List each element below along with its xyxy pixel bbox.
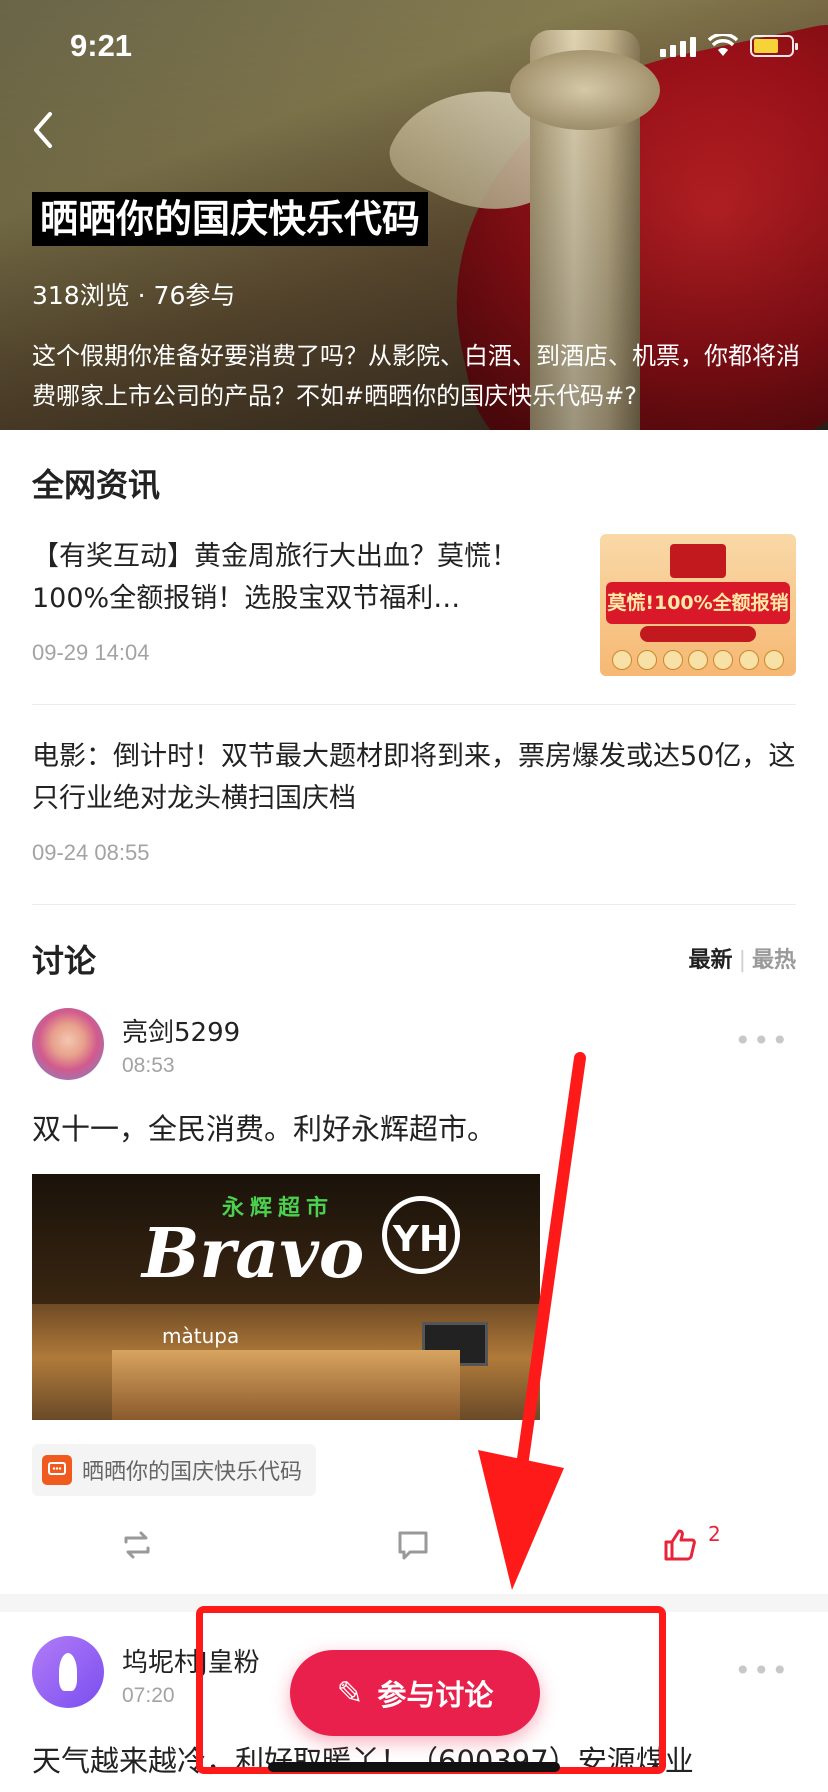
chat-icon	[42, 1455, 72, 1485]
battery-icon	[750, 35, 798, 57]
thumb-dots	[612, 650, 784, 670]
news-date: 09-24 08:55	[32, 840, 150, 865]
news-thumbnail[interactable]: 莫慌!100%全额报销	[600, 534, 796, 676]
avatar[interactable]	[32, 1008, 104, 1080]
topic-tag[interactable]: 晒晒你的国庆快乐代码	[32, 1444, 317, 1496]
discussion-section-title: 讨论	[32, 942, 97, 980]
post-image[interactable]: 永辉超市 Bravo YH màtupa	[32, 1174, 540, 1420]
home-indicator	[268, 1762, 560, 1772]
store-logo: YH	[382, 1196, 460, 1274]
topic-stats: 318浏览 · 76参与	[32, 281, 236, 310]
thumb-sub-banner	[640, 626, 756, 642]
news-item[interactable]: 【有奖互动】黄金周旅行大出血？莫慌！100%全额报销！选股宝双节福利… 09-2…	[32, 536, 552, 666]
signal-icon	[660, 35, 696, 57]
sort-latest-tab[interactable]: 最新	[689, 948, 733, 973]
status-time: 9:21	[70, 28, 133, 63]
avatar[interactable]	[32, 1636, 104, 1708]
topic-description: 这个假期你准备好要消费了吗？从影院、白酒、到酒店、机票，你都将消费哪家上市公司的…	[32, 342, 800, 410]
user-name[interactable]: 亮剑5299	[122, 1012, 240, 1049]
divider	[32, 704, 796, 705]
more-options-icon[interactable]: •••	[734, 1654, 790, 1687]
wifi-icon	[708, 34, 738, 56]
post-actions: 2	[0, 1522, 828, 1574]
news-date: 09-29 14:04	[32, 640, 150, 665]
news-section-title: 全网资讯	[32, 466, 161, 504]
news-title: 【有奖互动】黄金周旅行大出血？莫慌！100%全额报销！选股宝双节福利…	[32, 541, 518, 614]
store-counter-graphic	[112, 1350, 460, 1420]
divider	[32, 904, 796, 905]
back-button[interactable]	[30, 110, 70, 160]
topic-title: 晒晒你的国庆快乐代码	[32, 192, 429, 246]
news-title: 电影：倒计时！双节最大题材即将到来，票房爆发或达50亿，这只行业绝对龙头横扫国庆…	[32, 741, 796, 814]
thumb-banner-text: 莫慌!100%全额报销	[606, 582, 790, 624]
more-options-icon[interactable]: •••	[734, 1024, 790, 1057]
sort-hot-tab[interactable]: 最热	[752, 948, 796, 973]
store-sign-brand: Bravo	[142, 1214, 365, 1294]
thumbs-up-icon[interactable]	[662, 1528, 698, 1571]
status-icons	[660, 34, 798, 58]
post-time: 08:53	[122, 1054, 175, 1077]
gate-graphic	[670, 544, 726, 578]
post-time: 07:20	[122, 1684, 175, 1707]
topic-tag-label: 晒晒你的国庆快乐代码	[82, 1460, 303, 1485]
chevron-left-icon	[34, 112, 52, 148]
like-count: 2	[708, 1522, 721, 1546]
annotation-highlight-box	[196, 1606, 666, 1774]
sort-toggle: 最新 | 最热	[688, 948, 796, 973]
rocket-icon	[59, 1653, 77, 1691]
post-text: 双十一，全民消费。利好永辉超市。	[32, 1112, 497, 1146]
repost-icon[interactable]	[120, 1528, 154, 1571]
shop-sign: màtupa	[162, 1324, 240, 1348]
comment-icon[interactable]	[396, 1528, 430, 1571]
news-item[interactable]: 电影：倒计时！双节最大题材即将到来，票房爆发或达50亿，这只行业绝对龙头横扫国庆…	[32, 736, 798, 866]
